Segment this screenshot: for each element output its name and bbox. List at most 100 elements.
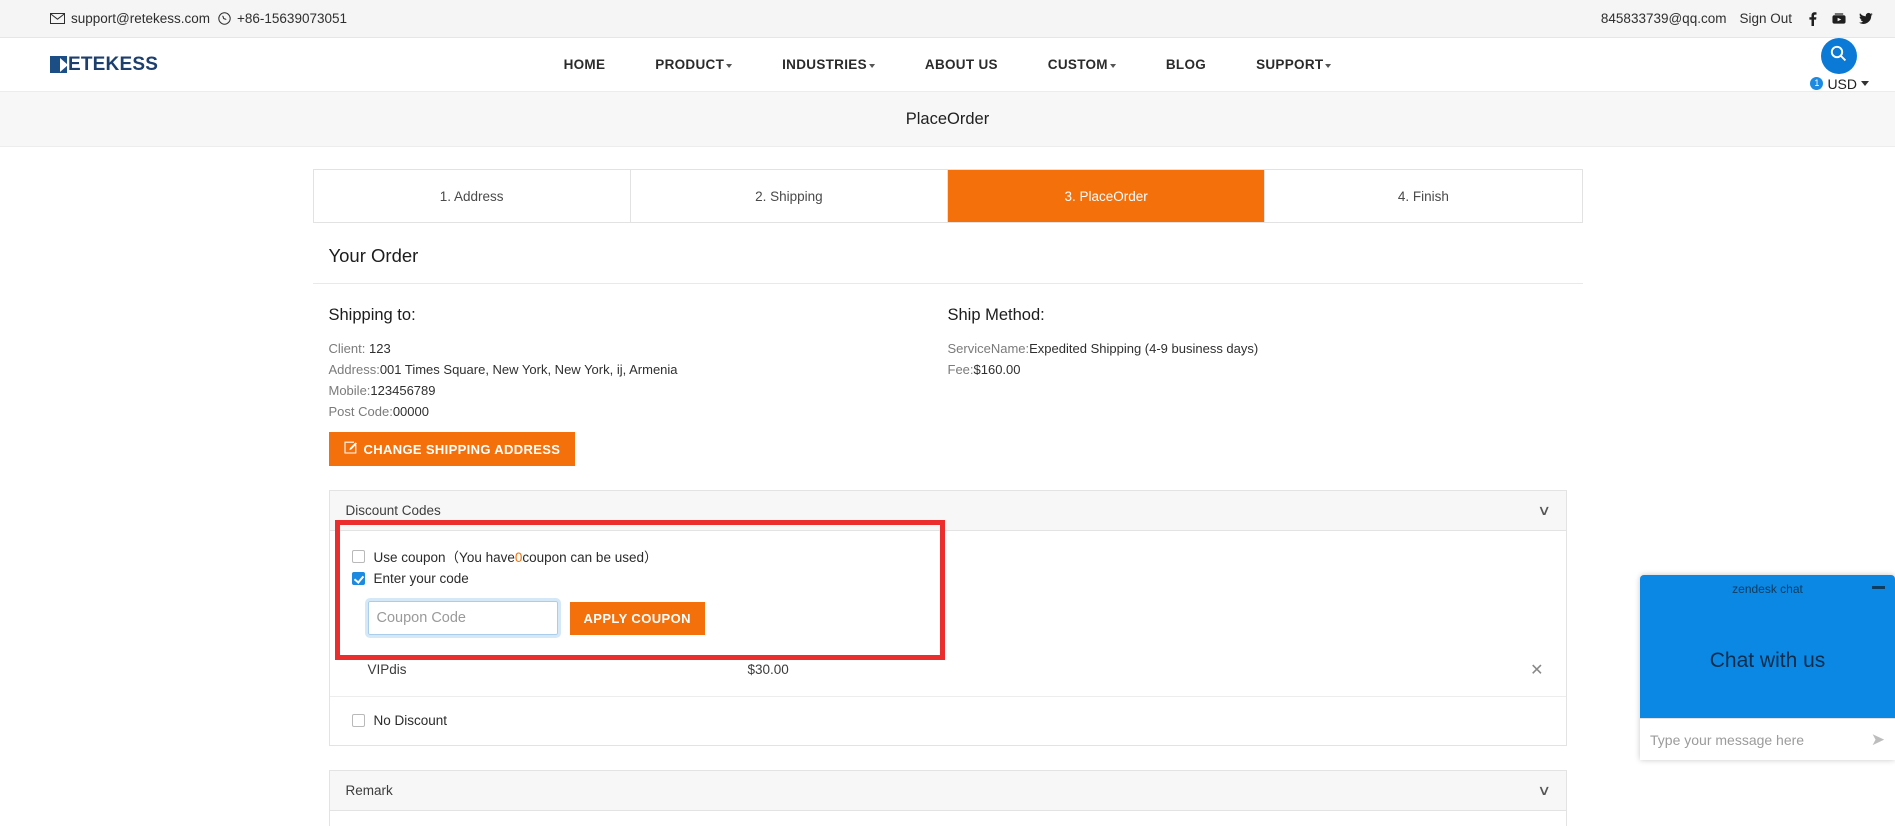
zendesk-chat-title: zendesk chat	[1732, 582, 1803, 596]
step-address-label: 1. Address	[439, 188, 504, 204]
site-logo[interactable]: ETEKESS	[50, 54, 158, 76]
page-title: PlaceOrder	[905, 109, 990, 128]
zendesk-chat-footer: ➤	[1640, 718, 1895, 760]
apply-coupon-button[interactable]: APPLY COUPON	[569, 601, 705, 635]
use-coupon-checkbox[interactable]	[351, 549, 365, 563]
remark-body	[329, 811, 1566, 826]
step-shipping[interactable]: 2. Shipping	[631, 170, 948, 222]
step-address[interactable]: 1. Address	[314, 170, 631, 222]
fee-line: Fee:$160.00	[948, 359, 1567, 380]
currency-selector[interactable]: 1 USD	[1810, 76, 1869, 92]
mobile-line: Mobile:123456789	[329, 380, 948, 401]
service-name-value: Expedited Shipping (4-9 business days)	[1029, 341, 1259, 356]
coupon-entry-row: APPLY COUPON	[330, 589, 1566, 638]
chevron-down-icon[interactable]: ∨	[1537, 502, 1551, 519]
nav-item-about-us-label: ABOUT US	[924, 57, 998, 72]
ship-method-title: Ship Method:	[947, 306, 1045, 324]
support-email-item[interactable]: support@retekess.com	[50, 11, 210, 26]
main-navbar: ETEKESS HOME PRODUCT INDUSTRIES ABOUT US…	[0, 37, 1895, 92]
change-shipping-address-button[interactable]: CHANGE SHIPPING ADDRESS	[328, 432, 576, 466]
chevron-down-icon	[1325, 63, 1332, 68]
discount-item-name: VIPdis	[367, 662, 407, 677]
enter-your-code-label: Enter your code	[373, 570, 469, 586]
chevron-down-icon	[1861, 81, 1869, 86]
sign-out-link[interactable]: Sign Out	[1739, 11, 1792, 26]
step-placeorder[interactable]: 3. PlaceOrder	[948, 170, 1266, 222]
step-finish[interactable]: 4. Finish	[1265, 170, 1581, 222]
nav-item-blog-label: BLOG	[1165, 57, 1207, 72]
mobile-label: Mobile:	[328, 383, 371, 398]
whatsapp-phone-item[interactable]: +86-15639073051	[218, 11, 347, 26]
currency-label: USD	[1827, 75, 1857, 92]
no-discount-checkbox[interactable]	[351, 713, 365, 727]
ship-method-block: Ship Method: ServiceName:Expedited Shipp…	[948, 306, 1567, 466]
no-discount-checkbox-row[interactable]: No Discount	[351, 709, 1566, 731]
search-button[interactable]	[1820, 37, 1857, 74]
shipping-to-block: Shipping to: Client: 123 Address:001 Tim…	[328, 306, 948, 466]
fee-value: $160.00	[973, 362, 1021, 377]
postcode-label: Post Code:	[328, 404, 393, 419]
zendesk-chat-widget: zendesk chat Chat with us ➤	[1640, 575, 1895, 760]
nav-item-home-label: HOME	[563, 57, 606, 72]
search-icon	[1830, 45, 1847, 67]
retekess-logo-mark-icon	[50, 56, 68, 73]
step-placeorder-label: 3. PlaceOrder	[1064, 188, 1148, 204]
address-label: Address:	[328, 362, 380, 377]
content-wrapper: 1. Address 2. Shipping 3. PlaceOrder 4. …	[312, 169, 1583, 826]
nav-item-product[interactable]: PRODUCT	[630, 57, 757, 72]
postcode-line: Post Code:00000	[329, 401, 948, 422]
use-coupon-checkbox-row[interactable]: Use coupon（You have0coupon can be used）	[330, 545, 1566, 567]
use-coupon-prefix: Use coupon（You have	[373, 550, 515, 565]
coupon-code-input[interactable]	[364, 598, 561, 638]
twitter-icon[interactable]	[1859, 12, 1873, 26]
order-summary-columns: Shipping to: Client: 123 Address:001 Tim…	[313, 306, 1583, 466]
chevron-down-icon[interactable]: ∨	[1537, 782, 1551, 799]
nav-item-custom[interactable]: CUSTOM	[1023, 57, 1141, 72]
nav-item-blog[interactable]: BLOG	[1141, 57, 1231, 72]
discount-codes-body: Use coupon（You have0coupon can be used） …	[329, 531, 1566, 745]
client-line: Client: 123	[329, 338, 948, 359]
zendesk-chat-header[interactable]: zendesk chat	[1640, 575, 1895, 603]
edit-pencil-icon	[343, 441, 357, 457]
client-value: 123	[368, 341, 391, 356]
nav-item-home[interactable]: HOME	[539, 57, 631, 72]
enter-your-code-checkbox-row[interactable]: Enter your code	[330, 567, 1566, 589]
nav-item-industries[interactable]: INDUSTRIES	[757, 57, 900, 72]
zendesk-chat-body: Chat with us	[1640, 603, 1895, 718]
chat-message-input[interactable]	[1650, 731, 1871, 748]
client-label: Client:	[328, 341, 366, 356]
enter-your-code-checkbox[interactable]	[351, 571, 365, 585]
discount-codes-header[interactable]: Discount Codes ∨	[329, 491, 1566, 531]
utility-topbar: support@retekess.com +86-15639073051 845…	[0, 0, 1895, 38]
nav-item-custom-label: CUSTOM	[1047, 57, 1108, 72]
remark-header[interactable]: Remark ∨	[329, 771, 1566, 811]
send-arrow-icon[interactable]: ➤	[1871, 730, 1885, 750]
step-shipping-label: 2. Shipping	[755, 188, 823, 204]
discount-item-amount: $30.00	[747, 662, 789, 677]
change-shipping-address-label: CHANGE SHIPPING ADDRESS	[363, 441, 561, 457]
remark-accordion: Remark ∨	[328, 770, 1567, 826]
nav-item-support[interactable]: SUPPORT	[1231, 57, 1356, 72]
shipping-to-title: Shipping to:	[328, 306, 416, 324]
account-email[interactable]: 845833739@qq.com	[1601, 11, 1727, 26]
nav-links: HOME PRODUCT INDUSTRIES ABOUT US CUSTOM …	[539, 57, 1357, 72]
close-x-icon[interactable]: ✕	[1530, 660, 1549, 680]
use-coupon-suffix: coupon can be used）	[522, 550, 658, 565]
service-name-label: ServiceName:	[947, 341, 1030, 356]
chevron-down-icon	[1109, 63, 1116, 68]
checkout-steps: 1. Address 2. Shipping 3. PlaceOrder 4. …	[312, 169, 1583, 223]
discount-list-item: VIPdis $30.00 ✕	[329, 643, 1566, 697]
your-order-heading: Your Order	[312, 245, 1583, 284]
nav-item-about-us[interactable]: ABOUT US	[900, 57, 1023, 72]
fee-label: Fee:	[947, 362, 974, 377]
support-phone-text: +86-15639073051	[237, 11, 347, 26]
cart-count-badge: 1	[1810, 77, 1824, 90]
minimize-icon[interactable]	[1872, 586, 1885, 589]
page-content: 1. Address 2. Shipping 3. PlaceOrder 4. …	[0, 147, 1895, 826]
nav-item-product-label: PRODUCT	[655, 57, 725, 72]
service-name-line: ServiceName:Expedited Shipping (4-9 busi…	[948, 338, 1567, 359]
nav-right-group: 1 USD	[1810, 37, 1873, 92]
facebook-icon[interactable]	[1805, 11, 1819, 26]
chevron-down-icon	[726, 63, 733, 68]
youtube-icon[interactable]	[1832, 12, 1846, 26]
